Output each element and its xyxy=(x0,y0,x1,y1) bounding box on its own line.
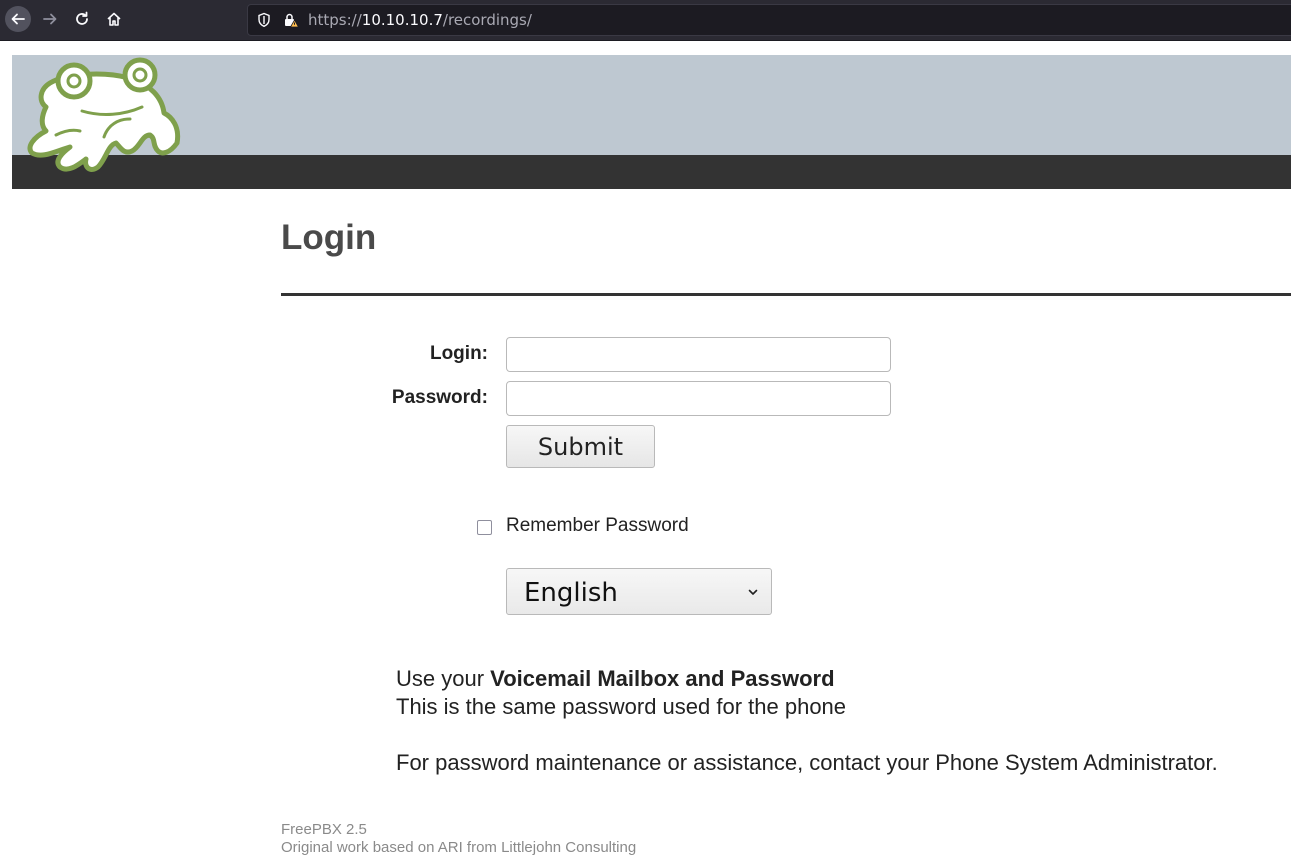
url-path: /recordings/ xyxy=(442,11,532,29)
home-button[interactable] xyxy=(101,6,127,32)
submit-button[interactable]: Submit xyxy=(506,425,655,468)
chevron-down-icon xyxy=(748,589,758,595)
page-title: Login xyxy=(281,218,377,257)
info-same-password: This is the same password used for the p… xyxy=(396,694,847,719)
password-label: Password: xyxy=(391,387,488,408)
url-text[interactable]: https://10.10.10.7/recordings/ xyxy=(308,11,532,29)
url-scheme: https:// xyxy=(308,11,362,29)
reload-icon xyxy=(76,11,88,25)
info-line1-prefix: Use your xyxy=(396,666,491,691)
language-selected-value: English xyxy=(524,578,618,608)
footer-credit: Original work based on ARI from Littlejo… xyxy=(281,839,637,856)
back-button[interactable] xyxy=(5,6,31,32)
header-banner xyxy=(12,55,1291,155)
info-contact-admin: For password maintenance or assistance, … xyxy=(396,750,1218,775)
language-select[interactable]: English xyxy=(506,568,772,615)
forward-button[interactable] xyxy=(37,6,63,32)
password-input[interactable] xyxy=(506,381,891,416)
footer-version: FreePBX 2.5 xyxy=(281,821,367,838)
address-bar[interactable]: https://10.10.10.7/recordings/ xyxy=(247,4,1291,36)
url-host: 10.10.10.7 xyxy=(361,11,443,29)
remember-password-label[interactable]: Remember Password xyxy=(506,515,689,537)
shield-icon[interactable] xyxy=(256,12,272,28)
header-bar xyxy=(12,155,1291,189)
title-divider xyxy=(281,293,1291,296)
reload-button[interactable] xyxy=(69,6,95,32)
frog-logo xyxy=(27,57,181,172)
login-input[interactable] xyxy=(506,337,891,372)
forward-arrow-icon xyxy=(43,13,57,25)
login-label: Login: xyxy=(429,343,488,364)
browser-toolbar: https://10.10.10.7/recordings/ xyxy=(0,0,1291,41)
info-mailbox-hint: Use your Voicemail Mailbox and Password xyxy=(396,666,835,692)
back-arrow-icon xyxy=(11,13,25,25)
home-icon xyxy=(107,12,121,26)
insecure-lock-icon[interactable] xyxy=(283,12,299,28)
info-line1-bold: Voicemail Mailbox and Password xyxy=(490,666,835,691)
remember-password-checkbox[interactable] xyxy=(477,520,492,535)
